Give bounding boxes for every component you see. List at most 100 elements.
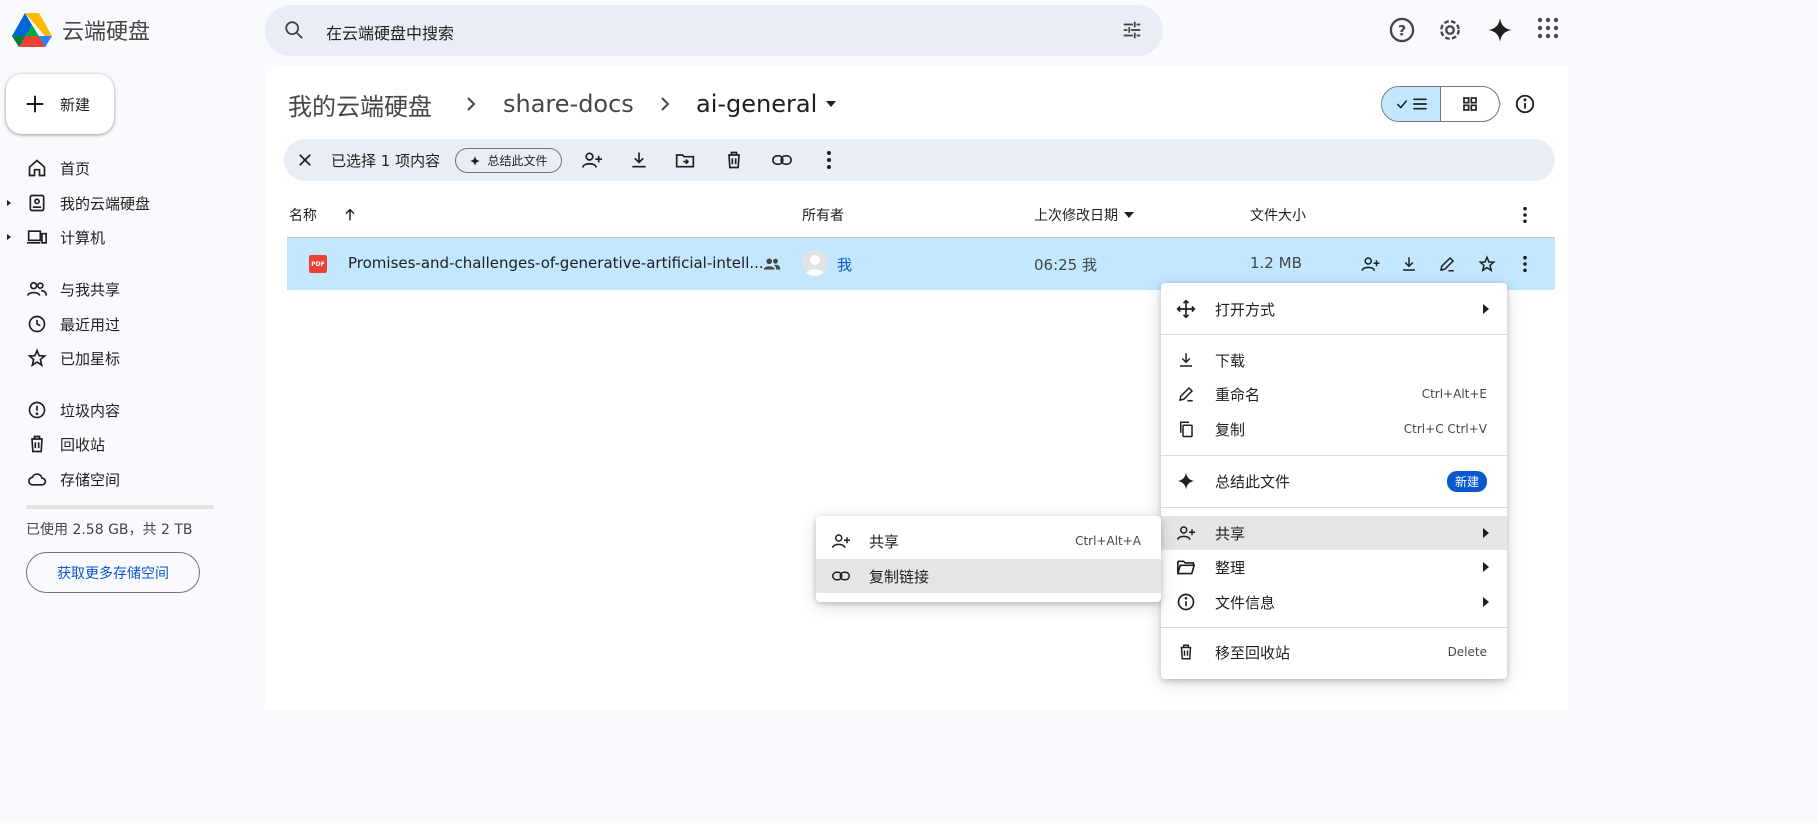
submenu-arrow-icon xyxy=(1482,597,1489,607)
grid-icon xyxy=(1462,96,1478,112)
shortcut-label: Delete xyxy=(1447,645,1487,659)
download-icon[interactable] xyxy=(629,150,649,170)
breadcrumb-my-drive[interactable]: 我的云端硬盘 xyxy=(288,86,432,122)
settings-icon[interactable] xyxy=(1436,16,1464,44)
shortcut-label: Ctrl+C Ctrl+V xyxy=(1403,422,1487,436)
computer-icon xyxy=(24,227,50,247)
menu-label: 打开方式 xyxy=(1215,300,1276,319)
more-vert-icon[interactable] xyxy=(826,150,832,170)
trash-icon xyxy=(1174,643,1198,661)
sidebar-item-starred[interactable]: 已加星标 xyxy=(0,342,262,374)
menu-item-summarize[interactable]: 总结此文件 新建 xyxy=(1161,464,1507,498)
menu-item-organize[interactable]: 整理 xyxy=(1161,550,1507,584)
help-icon[interactable]: ? xyxy=(1388,16,1416,44)
chevron-right-icon xyxy=(657,94,673,114)
submenu-arrow-icon xyxy=(1482,304,1489,314)
spam-icon xyxy=(24,400,50,420)
menu-label: 复制链接 xyxy=(869,567,930,586)
sidebar-item-recent[interactable]: 最近用过 xyxy=(0,308,262,340)
menu-label: 总结此文件 xyxy=(1215,472,1291,491)
share-person-add-icon[interactable] xyxy=(581,150,603,170)
link-icon[interactable] xyxy=(771,150,793,170)
share-person-add-icon[interactable] xyxy=(1360,255,1381,273)
submenu-item-copy-link[interactable]: 复制链接 xyxy=(816,559,1161,593)
app-title: 云端硬盘 xyxy=(62,20,151,45)
breadcrumb-share-docs[interactable]: share-docs xyxy=(503,86,634,122)
dropdown-arrow-icon xyxy=(825,100,837,108)
column-header-name[interactable]: 名称 xyxy=(289,205,317,225)
search-input[interactable]: 在云端硬盘中搜索 xyxy=(326,20,454,44)
rename-pencil-icon[interactable] xyxy=(1438,255,1456,273)
list-view-button[interactable] xyxy=(1382,87,1441,121)
cloud-icon xyxy=(24,469,50,489)
sparkle-icon xyxy=(1174,471,1198,491)
summarize-file-chip[interactable]: 总结此文件 xyxy=(455,148,562,173)
get-more-storage-button[interactable]: 获取更多存储空间 xyxy=(26,552,200,593)
gemini-sparkle-icon[interactable] xyxy=(1486,16,1514,44)
selection-count: 已选择 1 项内容 xyxy=(331,152,441,170)
breadcrumb-current-label: ai-general xyxy=(696,90,818,118)
expand-caret-icon[interactable] xyxy=(0,199,18,207)
more-vert-icon[interactable] xyxy=(1522,255,1528,273)
menu-item-rename[interactable]: 重命名 Ctrl+Alt+E xyxy=(1161,377,1507,411)
modified-header-label: 上次修改日期 xyxy=(1034,208,1118,224)
menu-item-download[interactable]: 下载 xyxy=(1161,343,1507,377)
close-icon[interactable] xyxy=(296,151,314,169)
shared-people-icon xyxy=(763,257,781,271)
star-icon[interactable] xyxy=(1478,255,1496,273)
my-drive-icon xyxy=(24,193,50,213)
owner-name: 我 xyxy=(837,256,853,274)
expand-caret-icon[interactable] xyxy=(0,233,18,241)
file-size: 1.2 MB xyxy=(1250,254,1302,272)
star-icon xyxy=(24,348,50,368)
summarize-chip-label: 总结此文件 xyxy=(487,154,548,168)
storage-usage-bar xyxy=(26,505,214,509)
trash-icon[interactable] xyxy=(724,150,744,170)
copy-icon xyxy=(1174,420,1198,438)
view-toggle[interactable] xyxy=(1381,86,1500,122)
plus-icon xyxy=(24,93,46,115)
search-bar[interactable]: 在云端硬盘中搜索 xyxy=(265,5,1163,56)
menu-item-open-with[interactable]: 打开方式 xyxy=(1161,292,1507,326)
sidebar-item-computers[interactable]: 计算机 xyxy=(0,221,262,253)
move-to-folder-icon[interactable] xyxy=(675,150,695,170)
sidebar-item-my-drive[interactable]: 我的云端硬盘 xyxy=(0,187,262,219)
download-icon[interactable] xyxy=(1400,255,1418,273)
info-icon[interactable] xyxy=(1514,93,1536,115)
trash-icon xyxy=(24,434,50,454)
breadcrumb-current-folder[interactable]: ai-general xyxy=(696,86,837,122)
submenu-arrow-icon xyxy=(1482,528,1489,538)
sidebar-item-home[interactable]: 首页 xyxy=(0,152,262,184)
folder-open-icon xyxy=(1174,558,1198,576)
sidebar-item-shared[interactable]: 与我共享 xyxy=(0,273,262,305)
sidebar-item-spam[interactable]: 垃圾内容 xyxy=(0,394,262,426)
column-header-owner[interactable]: 所有者 xyxy=(802,205,844,225)
menu-label: 重命名 xyxy=(1215,385,1261,404)
sort-arrow-up-icon[interactable] xyxy=(342,205,358,225)
sidebar-item-trash[interactable]: 回收站 xyxy=(0,428,262,460)
new-badge: 新建 xyxy=(1446,470,1487,492)
column-header-size[interactable]: 文件大小 xyxy=(1250,205,1306,225)
new-button[interactable]: 新建 xyxy=(6,74,114,134)
menu-item-copy[interactable]: 复制 Ctrl+C Ctrl+V xyxy=(1161,412,1507,446)
info-icon xyxy=(1174,592,1198,612)
search-options-icon[interactable] xyxy=(1121,19,1143,41)
more-vert-icon[interactable] xyxy=(1522,205,1528,225)
shared-icon xyxy=(24,279,50,299)
menu-item-share[interactable]: 共享 xyxy=(1161,516,1507,550)
menu-label: 文件信息 xyxy=(1215,593,1276,612)
apps-grid-icon[interactable] xyxy=(1536,16,1564,44)
submenu-item-share[interactable]: 共享 Ctrl+Alt+A xyxy=(816,524,1161,558)
new-button-label: 新建 xyxy=(60,95,91,114)
sidebar-item-storage[interactable]: 存储空间 xyxy=(0,463,262,495)
menu-item-move-to-trash[interactable]: 移至回收站 Delete xyxy=(1161,635,1507,669)
sparkle-icon xyxy=(469,155,481,167)
menu-item-file-info[interactable]: 文件信息 xyxy=(1161,585,1507,619)
clock-icon xyxy=(24,314,50,334)
search-icon[interactable] xyxy=(283,19,305,41)
drive-logo-icon[interactable] xyxy=(12,12,52,48)
file-name[interactable]: Promises-and-challenges-of-generative-ar… xyxy=(348,254,764,272)
share-submenu: 共享 Ctrl+Alt+A 复制链接 xyxy=(816,516,1161,602)
column-header-modified[interactable]: 上次修改日期 xyxy=(1034,205,1134,225)
grid-view-button[interactable] xyxy=(1441,87,1499,121)
